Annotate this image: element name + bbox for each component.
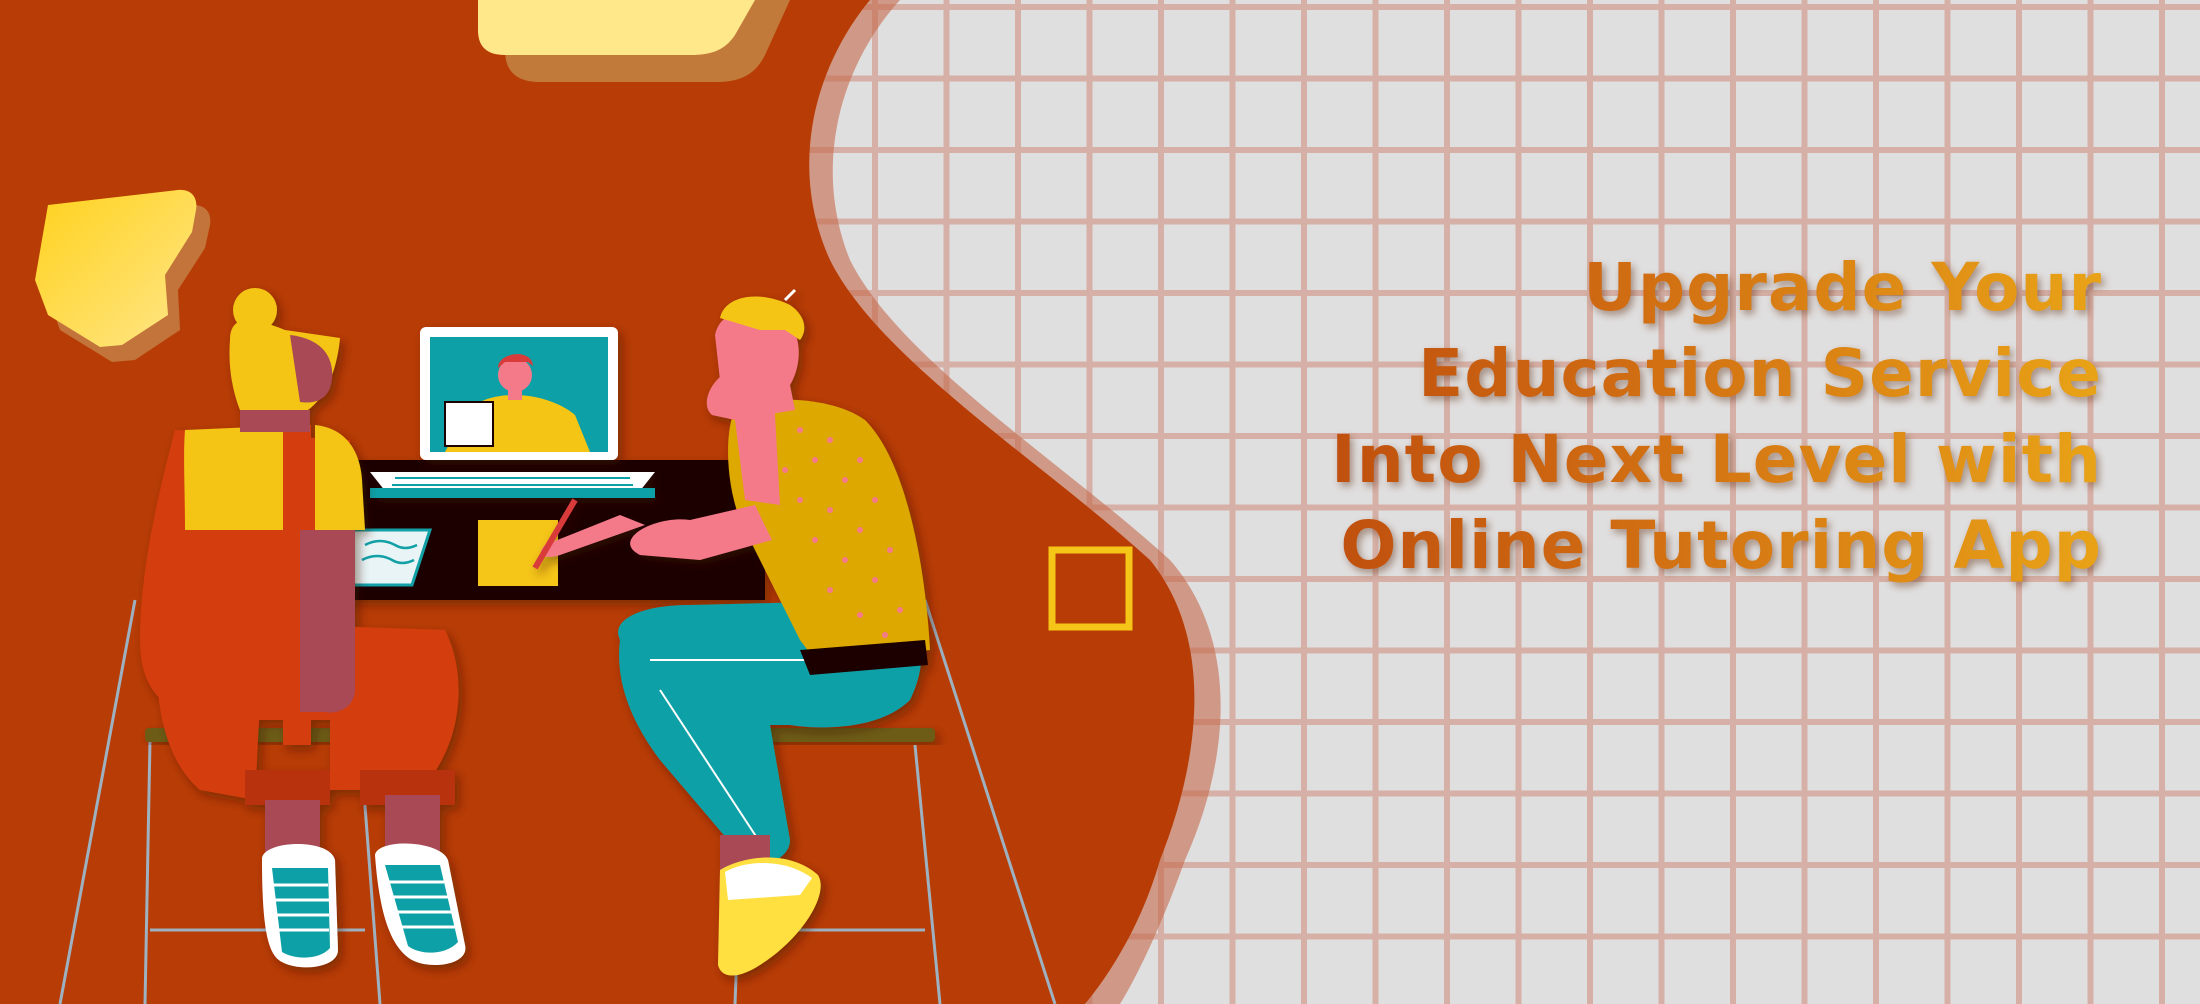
headline-line-2: Education Service bbox=[1202, 331, 2102, 417]
shoe-left bbox=[262, 844, 338, 968]
headline: Upgrade Your Education Service Into Next… bbox=[1202, 245, 2102, 589]
yellow-shape-top bbox=[478, 0, 755, 55]
banner: Upgrade Your Education Service Into Next… bbox=[0, 0, 2200, 1004]
headline-line-1: Upgrade Your bbox=[1202, 245, 2102, 331]
headline-line-4: Online Tutoring App bbox=[1202, 503, 2102, 589]
headline-line-3: Into Next Level with bbox=[1202, 417, 2102, 503]
